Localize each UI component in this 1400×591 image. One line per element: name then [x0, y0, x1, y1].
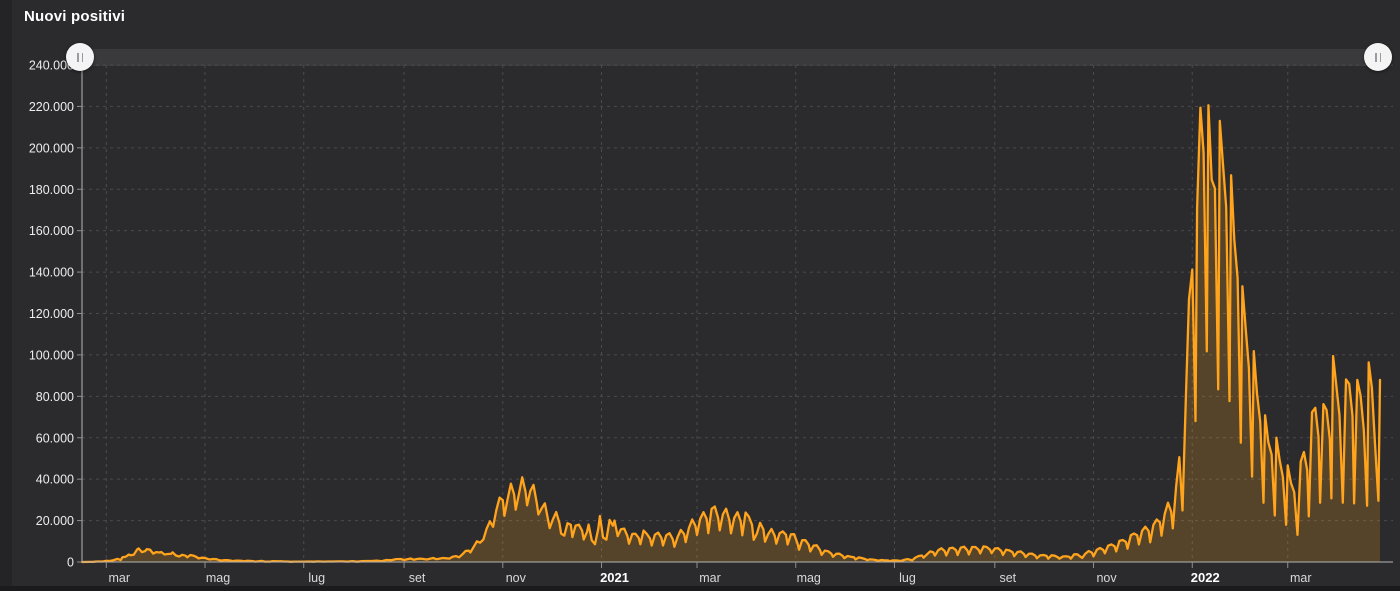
plot-area[interactable] [82, 65, 1380, 562]
x-month-label: mar [109, 571, 131, 585]
x-month-label: set [409, 571, 426, 585]
y-tick-label: 0 [67, 556, 74, 570]
y-tick-label: 220.000 [29, 100, 74, 114]
x-month-label: lug [899, 571, 916, 585]
y-tick-label: 120.000 [29, 307, 74, 321]
x-month-label: lug [308, 571, 325, 585]
x-year-label: 2022 [1191, 570, 1220, 585]
y-tick-label: 60.000 [36, 431, 74, 445]
x-month-label: mag [797, 571, 821, 585]
x-month-label: mag [206, 571, 230, 585]
y-tick-label: 20.000 [36, 514, 74, 528]
y-tick-label: 140.000 [29, 266, 74, 280]
drag-grip-icon [1375, 52, 1381, 62]
x-month-label: mar [699, 571, 721, 585]
x-year-label: 2021 [600, 570, 629, 585]
y-tick-label: 80.000 [36, 390, 74, 404]
page-bottom-edge [0, 586, 1400, 591]
y-tick-label: 180.000 [29, 183, 74, 197]
range-slider-right-handle[interactable] [1364, 43, 1392, 71]
y-tick-label: 160.000 [29, 224, 74, 238]
x-month-label: nov [506, 571, 527, 585]
x-month-label: nov [1096, 571, 1117, 585]
chart-canvas: 0 20.000 40.000 60.000 80.000 100.000 120.000 1… [29, 48, 1393, 585]
drag-grip-icon [77, 52, 83, 62]
y-tick-label: 40.000 [36, 473, 74, 487]
x-month-label: mar [1290, 571, 1312, 585]
y-tick-label: 200.000 [29, 141, 74, 155]
y-tick-label: 100.000 [29, 348, 74, 362]
range-slider-left-handle[interactable] [66, 43, 94, 71]
chart-panel: Nuovi positivi 0 20.000 40.000 60.000 80.000… [0, 0, 1400, 591]
x-month-label: set [999, 571, 1016, 585]
